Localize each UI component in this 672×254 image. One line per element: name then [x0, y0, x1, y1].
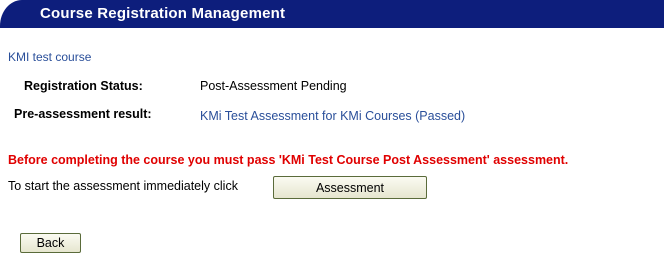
- pre-assessment-label: Pre-assessment result:: [14, 107, 152, 121]
- course-registration-page: Course Registration Management KMI test …: [0, 0, 672, 254]
- assessment-button[interactable]: Assessment: [273, 176, 427, 199]
- registration-status-label: Registration Status:: [24, 79, 143, 93]
- registration-status-value: Post-Assessment Pending: [200, 79, 347, 93]
- header-bar: Course Registration Management: [0, 0, 664, 28]
- back-button[interactable]: Back: [20, 233, 81, 253]
- pre-assessment-result-link[interactable]: KMi Test Assessment for KMi Courses (Pas…: [200, 109, 465, 123]
- start-assessment-text: To start the assessment immediately clic…: [8, 179, 238, 193]
- page-title: Course Registration Management: [40, 5, 286, 22]
- assessment-warning-message: Before completing the course you must pa…: [8, 153, 569, 167]
- course-name-link[interactable]: KMI test course: [8, 50, 91, 64]
